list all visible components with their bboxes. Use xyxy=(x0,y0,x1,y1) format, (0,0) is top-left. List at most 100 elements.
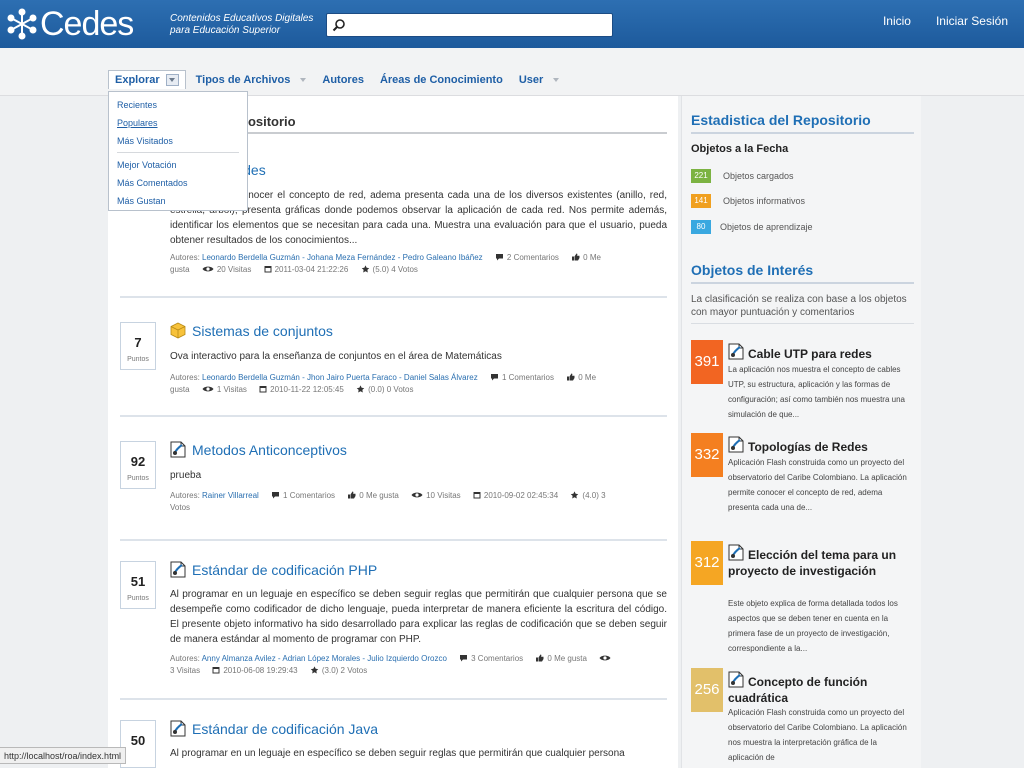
nav-iniciar-sesion[interactable]: Iniciar Sesión xyxy=(936,14,1008,28)
star-icon xyxy=(310,666,319,674)
document-icon xyxy=(170,720,186,737)
interest-title[interactable]: Elección del tema para un proyecto de in… xyxy=(728,544,913,579)
calendar-icon xyxy=(264,265,272,273)
item-description: Ova interactivo para la enseñanza de con… xyxy=(170,351,502,362)
document-icon xyxy=(170,441,186,458)
chevron-down-icon xyxy=(553,77,560,82)
count-badge: 141 xyxy=(691,194,711,208)
eye-icon xyxy=(202,385,214,393)
sub-nav: Explorar Tipos de Archivos Autores Áreas… xyxy=(0,48,1024,96)
eye-icon xyxy=(411,491,423,499)
interest-description: La aplicación nos muestra el concepto de… xyxy=(728,365,905,419)
menu-item-mas-visitados[interactable]: Más Visitados xyxy=(109,134,247,152)
section-title: positorio xyxy=(240,114,296,129)
score-badge: 312 xyxy=(691,541,723,585)
thumbs-up-icon[interactable] xyxy=(535,654,544,662)
count-badge: 221 xyxy=(691,169,711,183)
item-title-link[interactable]: Sistemas de conjuntos xyxy=(170,322,333,339)
star-icon xyxy=(356,385,365,393)
interest-description: Este objeto explica de forma detallada t… xyxy=(728,599,898,653)
comment-icon xyxy=(495,253,504,261)
interest-title[interactable]: Topologías de Redes xyxy=(728,436,913,455)
cedes-logo[interactable]: Cedes xyxy=(6,5,134,43)
search-icon[interactable] xyxy=(332,18,346,32)
menu-item-recientes[interactable]: Recientes xyxy=(109,98,247,116)
snowflake-logo-icon xyxy=(7,8,37,40)
interest-title[interactable]: Concepto de función cuadrática xyxy=(728,671,913,706)
thumbs-up-icon[interactable] xyxy=(571,253,580,261)
tab-areas-de-conocimiento[interactable]: Áreas de Conocimiento xyxy=(374,70,509,89)
calendar-icon xyxy=(473,491,481,499)
score-badge: 332 xyxy=(691,433,723,477)
document-icon xyxy=(728,436,744,453)
calendar-icon xyxy=(212,666,220,674)
document-icon xyxy=(728,671,744,688)
thumbs-up-icon[interactable] xyxy=(347,491,356,499)
menu-item-mas-gustan[interactable]: Más Gustan xyxy=(109,194,247,212)
nav-inicio[interactable]: Inicio xyxy=(883,14,911,28)
interest-description: Aplicación Flash construida como un proy… xyxy=(728,458,907,512)
comment-icon xyxy=(459,654,468,662)
item-meta: Autores: Leonardo Berdella Guzmán - Jhon… xyxy=(170,373,597,394)
tab-autores[interactable]: Autores xyxy=(316,70,370,89)
eye-icon xyxy=(202,265,214,273)
interest-heading: Objetos de Interés xyxy=(691,262,814,278)
stat-row: 141 Objetos informativos xyxy=(691,194,805,208)
chevron-down-icon xyxy=(300,77,307,82)
menu-divider xyxy=(117,152,239,153)
stat-row: 221 Objetos cargados xyxy=(691,169,794,183)
menu-item-mas-comentados[interactable]: Más Comentados xyxy=(109,176,247,194)
author-link[interactable]: Anny Almanza Avilez - Adrian López Moral… xyxy=(202,654,447,663)
score-badge: 256 xyxy=(691,668,723,712)
stat-row: 80 Objetos de aprendizaje xyxy=(691,220,813,234)
item-description: Al programar en un leguaje en específico… xyxy=(170,748,625,759)
top-nav: Inicio Iniciar Sesión xyxy=(883,14,1008,28)
tab-user[interactable]: User xyxy=(513,70,565,89)
item-title-link[interactable]: Estándar de codificación Java xyxy=(170,720,378,737)
interest-title[interactable]: Cable UTP para redes xyxy=(728,343,913,362)
tab-explorar[interactable]: Explorar xyxy=(108,70,186,89)
menu-item-populares[interactable]: Populares xyxy=(109,116,247,134)
search-input[interactable] xyxy=(349,16,607,34)
stats-subheading: Objetos a la Fecha xyxy=(691,143,789,155)
item-meta: Autores: Leonardo Berdella Guzmán - Joha… xyxy=(170,253,601,274)
package-icon xyxy=(170,322,186,339)
right-sidebar: Estadistica del Repositorio Objetos a la… xyxy=(681,96,921,768)
item-title-link[interactable]: Estándar de codificación PHP xyxy=(170,561,377,578)
comment-icon xyxy=(490,373,499,381)
document-icon xyxy=(170,561,186,578)
points-badge: 51 Puntos xyxy=(120,561,156,609)
chevron-down-icon[interactable] xyxy=(165,74,179,86)
calendar-icon xyxy=(259,385,267,393)
browser-status-bar: http://localhost/roa/index.html xyxy=(0,747,127,764)
author-link[interactable]: Leonardo Berdella Guzmán - Johana Meza F… xyxy=(202,253,483,262)
score-badge: 391 xyxy=(691,340,723,384)
item-meta: Autores: Anny Almanza Avilez - Adrian Ló… xyxy=(170,653,667,677)
item-description: prueba xyxy=(170,470,202,481)
star-icon xyxy=(570,491,579,499)
author-link[interactable]: Leonardo Berdella Guzmán - Jhon Jairo Pu… xyxy=(202,373,478,382)
star-icon xyxy=(361,265,370,273)
points-badge: 92 Puntos xyxy=(120,441,156,489)
menu-item-mejor-votacion[interactable]: Mejor Votación xyxy=(109,158,247,176)
explorar-dropdown-menu: Recientes Populares Más Visitados Mejor … xyxy=(108,91,248,211)
count-badge: 80 xyxy=(691,220,711,234)
item-title-link[interactable]: Metodos Anticonceptivos xyxy=(170,441,347,458)
search-box[interactable] xyxy=(326,13,613,37)
interest-intro: La clasificación se realiza con base a l… xyxy=(691,294,907,318)
eye-icon xyxy=(599,654,611,662)
list-item: 51 Puntos Estándar de codificación PHP A… xyxy=(120,541,667,700)
divider xyxy=(691,323,914,324)
item-description: Al programar en un leguaje en específico… xyxy=(170,589,667,645)
logo-text: Cedes xyxy=(40,5,134,43)
divider xyxy=(691,132,914,134)
author-link[interactable]: Rainer Villarreal xyxy=(202,491,259,500)
tab-tipos-de-archivos[interactable]: Tipos de Archivos xyxy=(190,70,313,89)
list-item: 50 Estándar de codificación Java Al prog… xyxy=(120,700,667,768)
comment-icon xyxy=(271,491,280,499)
item-meta: Autores: Rainer Villarreal 1 Comentarios… xyxy=(170,491,606,512)
document-icon xyxy=(728,544,744,561)
thumbs-up-icon[interactable] xyxy=(566,373,575,381)
top-header: Cedes Contenidos Educativos Digitales pa… xyxy=(0,0,1024,48)
stats-heading: Estadistica del Repositorio xyxy=(691,112,871,128)
